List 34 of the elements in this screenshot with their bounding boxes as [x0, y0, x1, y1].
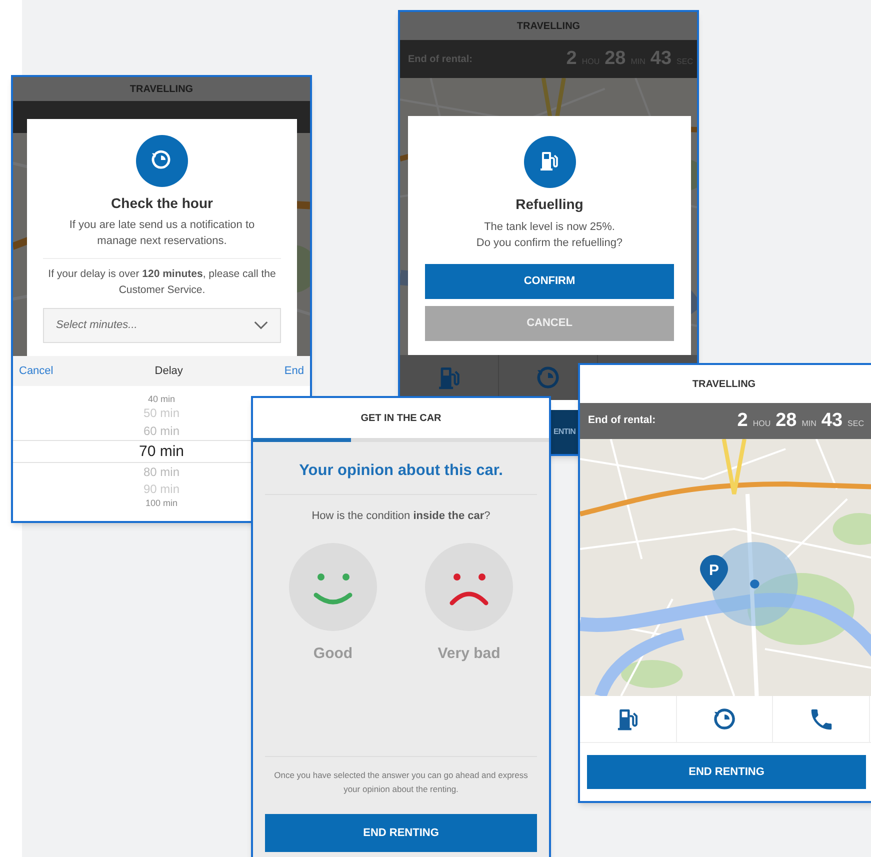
- dialog-message: If you are late send us a notification to manage next reservations.: [68, 218, 256, 249]
- timer-unit: HOU: [752, 418, 771, 430]
- dialog-title: Refuelling: [516, 195, 584, 214]
- dialog-note: If your delay is over 120 minutes, please call the Customer Service.: [47, 267, 277, 298]
- select-field[interactable]: Select minutes...: [43, 308, 281, 343]
- screen-title: Your opinion about this car.: [298, 461, 504, 481]
- done-button[interactable]: End: [284, 362, 304, 380]
- header-title: TRAVELLING: [580, 365, 871, 403]
- timer-value: 28: [776, 408, 797, 433]
- end-renting-button[interactable]: END RENTING: [265, 814, 537, 852]
- timer-label: End of rental:: [588, 413, 656, 428]
- picker-title: Delay: [154, 364, 183, 379]
- timer-unit: SEC: [848, 418, 864, 430]
- timer-value: 2: [737, 408, 748, 433]
- question-text: How is the condition inside the car?: [310, 509, 492, 524]
- fuel-pump-icon: [524, 136, 576, 188]
- answer-option[interactable]: Very bad: [420, 542, 518, 666]
- confirm-button[interactable]: CONFIRM: [425, 264, 674, 299]
- end-renting-button[interactable]: END RENTING: [587, 755, 866, 789]
- answer-option[interactable]: Good: [284, 542, 382, 666]
- end-renting-button[interactable]: ENTIN: [551, 410, 578, 454]
- timer-unit: MIN: [802, 418, 816, 430]
- timer-value: 43: [821, 408, 843, 433]
- footer-note: Once you have selected the answer you can go ahead and express your opinion about the renting.: [273, 769, 529, 796]
- header-title: TRAVELLING: [13, 77, 310, 101]
- dialog-message: The tank level is now 25%. Do you confirm the refuelling?: [476, 220, 623, 251]
- cancel-button[interactable]: Cancel: [19, 362, 54, 380]
- dialog-title: Check the hour: [111, 194, 213, 213]
- chevron-down-icon: [254, 321, 268, 330]
- header-title: TRAVELLING: [400, 12, 697, 40]
- cancel-button[interactable]: CANCEL: [425, 306, 674, 341]
- parking-pin[interactable]: P: [700, 555, 728, 591]
- timer-icon: [136, 135, 188, 187]
- header-title: GET IN THE CAR: [253, 398, 549, 438]
